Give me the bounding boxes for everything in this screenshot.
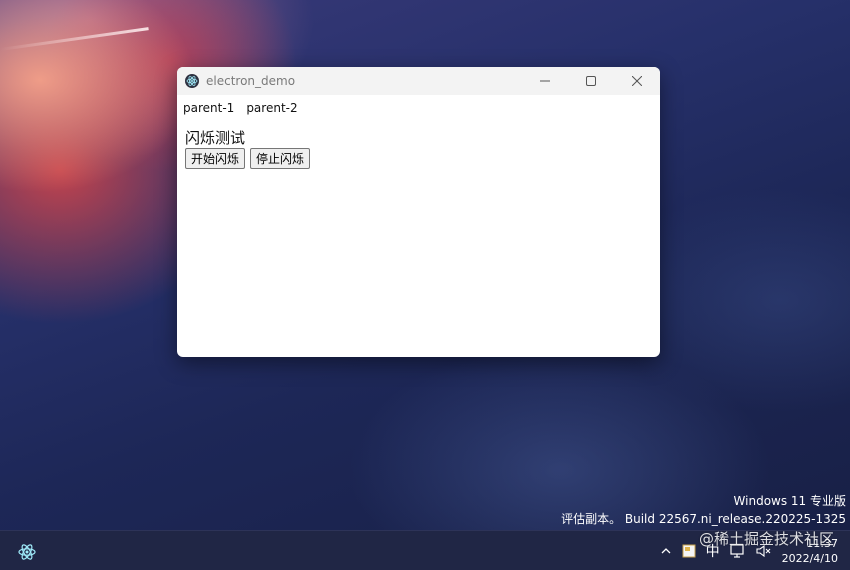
electron-icon	[18, 544, 36, 560]
minimize-icon	[540, 80, 550, 82]
maximize-icon	[586, 76, 596, 86]
network-button[interactable]	[729, 544, 746, 558]
system-tray: 中 11:37 2022/4/10	[660, 531, 850, 570]
windows-edition-watermark: Windows 11 专业版	[733, 494, 846, 508]
network-icon	[729, 544, 744, 558]
button-row: 开始闪烁 停止闪烁	[185, 148, 654, 169]
clock-time: 11:37	[806, 537, 838, 550]
maximize-button[interactable]	[568, 67, 614, 95]
stop-flash-button[interactable]: 停止闪烁	[250, 148, 311, 169]
tray-app-button[interactable]	[682, 544, 696, 558]
menu-bar: parent-1 parent-2	[183, 101, 654, 115]
menu-item-parent-2[interactable]: parent-2	[246, 101, 297, 115]
window-title: electron_demo	[206, 74, 296, 88]
page-heading: 闪烁测试	[185, 129, 246, 147]
minimize-button[interactable]	[522, 67, 568, 95]
app-window: electron_demo parent-1 parent-2 闪烁测试 开始闪…	[177, 67, 660, 357]
volume-button[interactable]	[756, 544, 772, 558]
start-flash-button[interactable]: 开始闪烁	[185, 148, 246, 169]
window-titlebar[interactable]: electron_demo	[177, 67, 660, 95]
window-content: parent-1 parent-2 闪烁测试 开始闪烁 停止闪烁	[177, 95, 660, 175]
menu-item-parent-1[interactable]: parent-1	[183, 101, 234, 115]
electron-icon	[185, 74, 199, 88]
input-method-indicator[interactable]: 中	[706, 541, 720, 561]
show-hidden-icons-button[interactable]	[660, 545, 672, 557]
app-tray-icon	[682, 544, 696, 558]
taskbar: 中 11:37 2022/4/10	[0, 530, 850, 570]
close-button[interactable]	[614, 67, 660, 95]
wallpaper-light-streak	[0, 27, 149, 51]
close-icon	[632, 76, 642, 86]
chevron-up-icon	[661, 548, 671, 554]
window-controls	[522, 67, 660, 95]
taskbar-electron-app[interactable]	[15, 540, 39, 564]
taskbar-clock[interactable]: 11:37 2022/4/10	[782, 536, 838, 566]
clock-date: 2022/4/10	[781, 552, 838, 565]
volume-muted-icon	[756, 544, 770, 558]
windows-build-watermark: 评估副本。 Build 22567.ni_release.220225-1325	[561, 512, 846, 526]
